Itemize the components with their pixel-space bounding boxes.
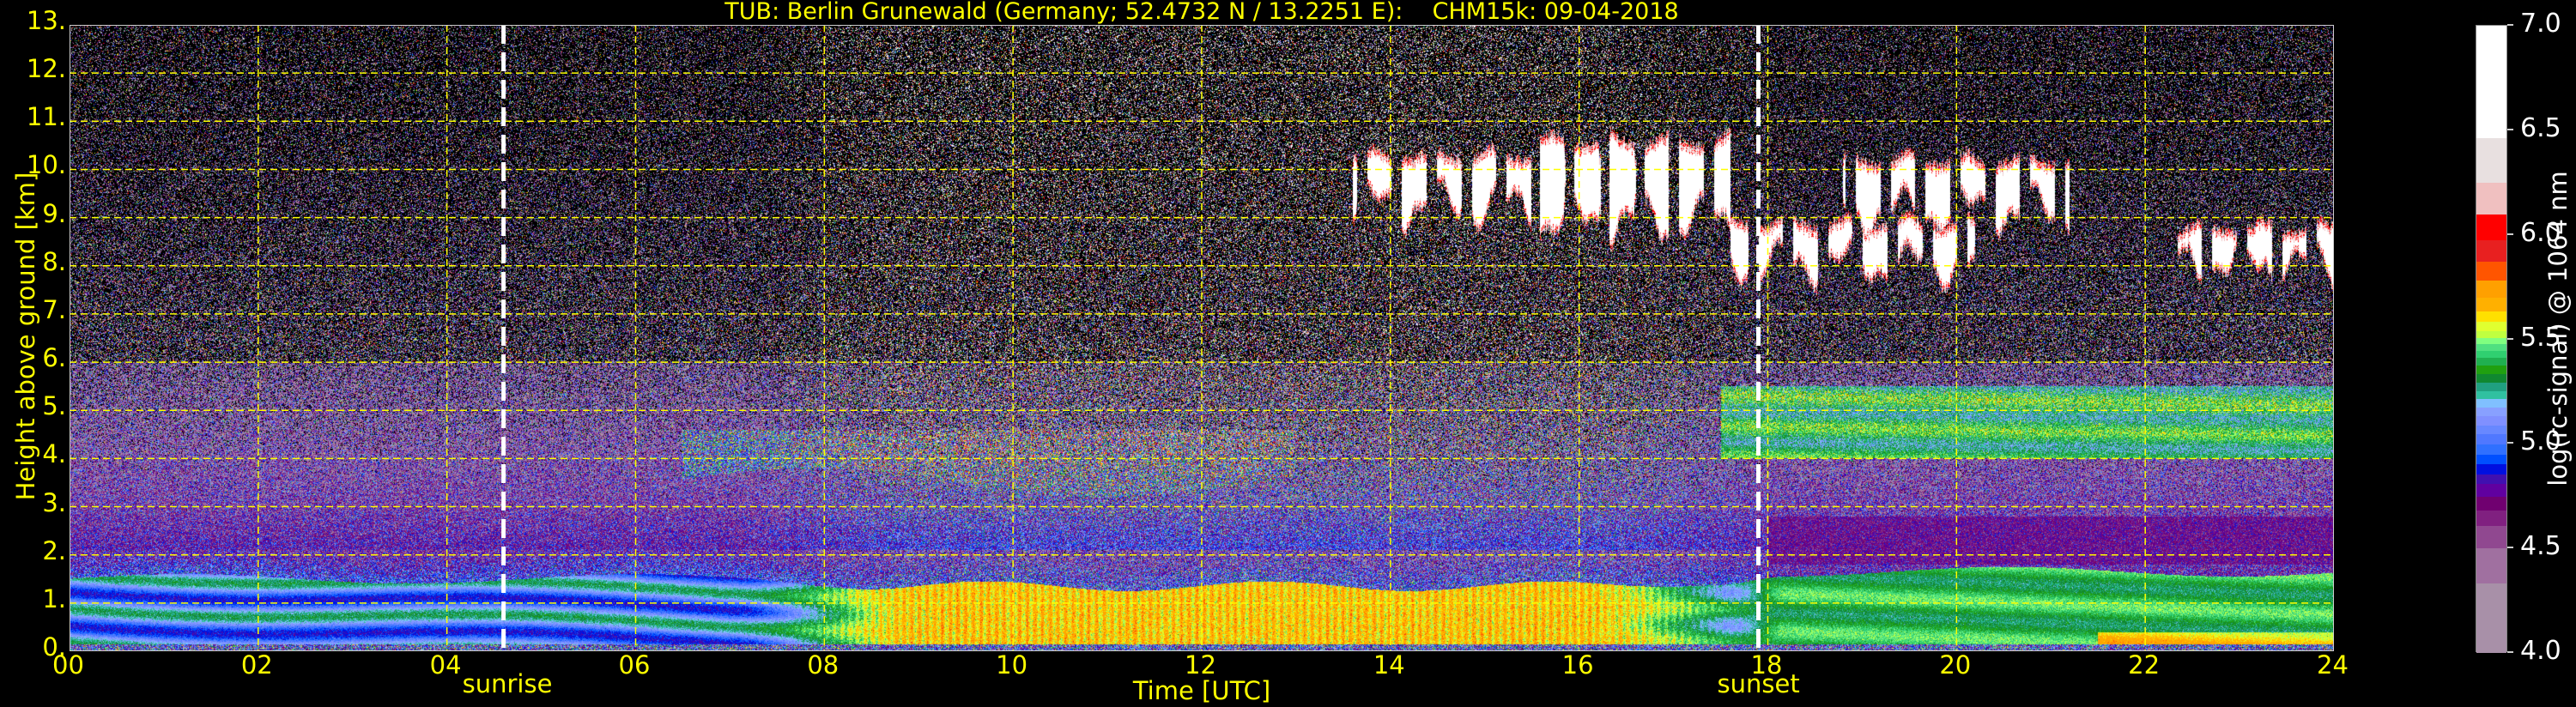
colorbar-segment xyxy=(2476,214,2506,241)
colorbar-segment xyxy=(2476,311,2506,323)
colorbar-segment xyxy=(2476,474,2506,485)
y-tick-label: 12. xyxy=(26,54,66,84)
y-tick-label: 5. xyxy=(42,391,66,421)
colorbar-segment xyxy=(2476,510,2506,526)
colorbar-segment xyxy=(2476,483,2506,497)
x-tick-label: 06 xyxy=(618,650,651,680)
colorbar-segment xyxy=(2476,390,2506,400)
y-tick-label: 0. xyxy=(42,632,66,662)
colorbar-segment xyxy=(2476,337,2506,345)
colorbar-segment xyxy=(2476,365,2506,374)
x-tick-label: 04 xyxy=(429,650,462,680)
colorbar-segment xyxy=(2476,182,2506,215)
colorbar-segment xyxy=(2476,239,2506,263)
sunrise-label: sunrise xyxy=(462,669,553,698)
y-tick-label: 13. xyxy=(26,6,66,35)
chart-title: TUB: Berlin Grunewald (Germany; 52.4732 … xyxy=(724,0,1679,25)
colorbar-tick-label: 6.5 xyxy=(2520,112,2561,143)
colorbar-tick xyxy=(2507,24,2513,26)
y-tick-label: 11. xyxy=(26,102,66,132)
colorbar-segment xyxy=(2476,444,2506,455)
backscatter-heatmap xyxy=(70,25,2334,651)
colorbar-tick xyxy=(2507,128,2513,130)
colorbar-segment xyxy=(2476,425,2506,435)
x-tick-label: 16 xyxy=(1561,650,1594,680)
colorbar-segment xyxy=(2476,496,2506,511)
colorbar-tick xyxy=(2507,651,2513,653)
grid-overlay xyxy=(70,25,2334,651)
colorbar-segment xyxy=(2476,407,2506,417)
colorbar-segment xyxy=(2476,415,2506,426)
x-tick-label: 02 xyxy=(240,650,273,680)
colorbar-segment xyxy=(2476,463,2506,474)
sunset-label: sunset xyxy=(1717,669,1800,698)
colorbar-segment xyxy=(2476,321,2506,331)
colorbar-segment xyxy=(2476,330,2506,338)
colorbar-segment xyxy=(2476,454,2506,465)
x-tick-label: 14 xyxy=(1373,650,1405,680)
x-axis-label: Time [UTC] xyxy=(1132,676,1271,705)
y-tick-label: 1. xyxy=(42,583,66,613)
colorbar-segment xyxy=(2476,382,2506,391)
y-tick-label: 9. xyxy=(42,198,66,228)
colorbar-segment xyxy=(2476,525,2506,548)
colorbar-tick xyxy=(2507,337,2513,340)
colorbar-tick xyxy=(2507,547,2513,549)
y-axis-label: Height above ground [km] xyxy=(11,172,40,501)
colorbar-tick-label: 5.0 xyxy=(2520,426,2561,457)
y-tick-label: 2. xyxy=(42,535,66,565)
colorbar-segment xyxy=(2476,547,2506,583)
colorbar-tick-label: 7.0 xyxy=(2520,9,2561,39)
colorbar-segment xyxy=(2476,261,2506,281)
colorbar-tick xyxy=(2507,233,2513,235)
y-tick-label: 4. xyxy=(42,439,66,469)
x-tick-label: 10 xyxy=(996,650,1028,680)
colorbar-segment xyxy=(2476,280,2506,299)
colorbar-segment xyxy=(2476,373,2506,384)
colorbar-tick-label: 4.0 xyxy=(2520,636,2561,666)
x-tick-label: 24 xyxy=(2317,650,2349,680)
colorbar-segment xyxy=(2476,26,2506,138)
x-tick-label: 20 xyxy=(1939,650,1972,680)
colorbar xyxy=(2476,25,2507,654)
colorbar-tick-label: 5.5 xyxy=(2520,322,2561,353)
colorbar-segment xyxy=(2476,297,2506,312)
y-tick-label: 6. xyxy=(42,343,66,373)
colorbar-segment xyxy=(2476,137,2506,184)
colorbar-segment xyxy=(2476,398,2506,408)
colorbar-segment xyxy=(2476,343,2506,352)
colorbar-segment xyxy=(2476,350,2506,358)
colorbar-tick-label: 4.5 xyxy=(2520,531,2561,562)
colorbar-tick-label: 6.0 xyxy=(2520,217,2561,248)
y-tick-label: 8. xyxy=(42,246,66,276)
y-tick-label: 3. xyxy=(42,487,66,517)
y-tick-label: 7. xyxy=(42,294,66,324)
x-tick-label: 12 xyxy=(1185,650,1216,680)
y-tick-label: 10. xyxy=(26,150,66,180)
x-tick-label: 22 xyxy=(2128,650,2161,680)
colorbar-tick xyxy=(2507,442,2513,444)
colorbar-segment xyxy=(2476,433,2506,444)
colorbar-segment xyxy=(2476,357,2506,366)
colorbar-segment xyxy=(2476,583,2506,654)
x-tick-label: 08 xyxy=(807,650,839,680)
